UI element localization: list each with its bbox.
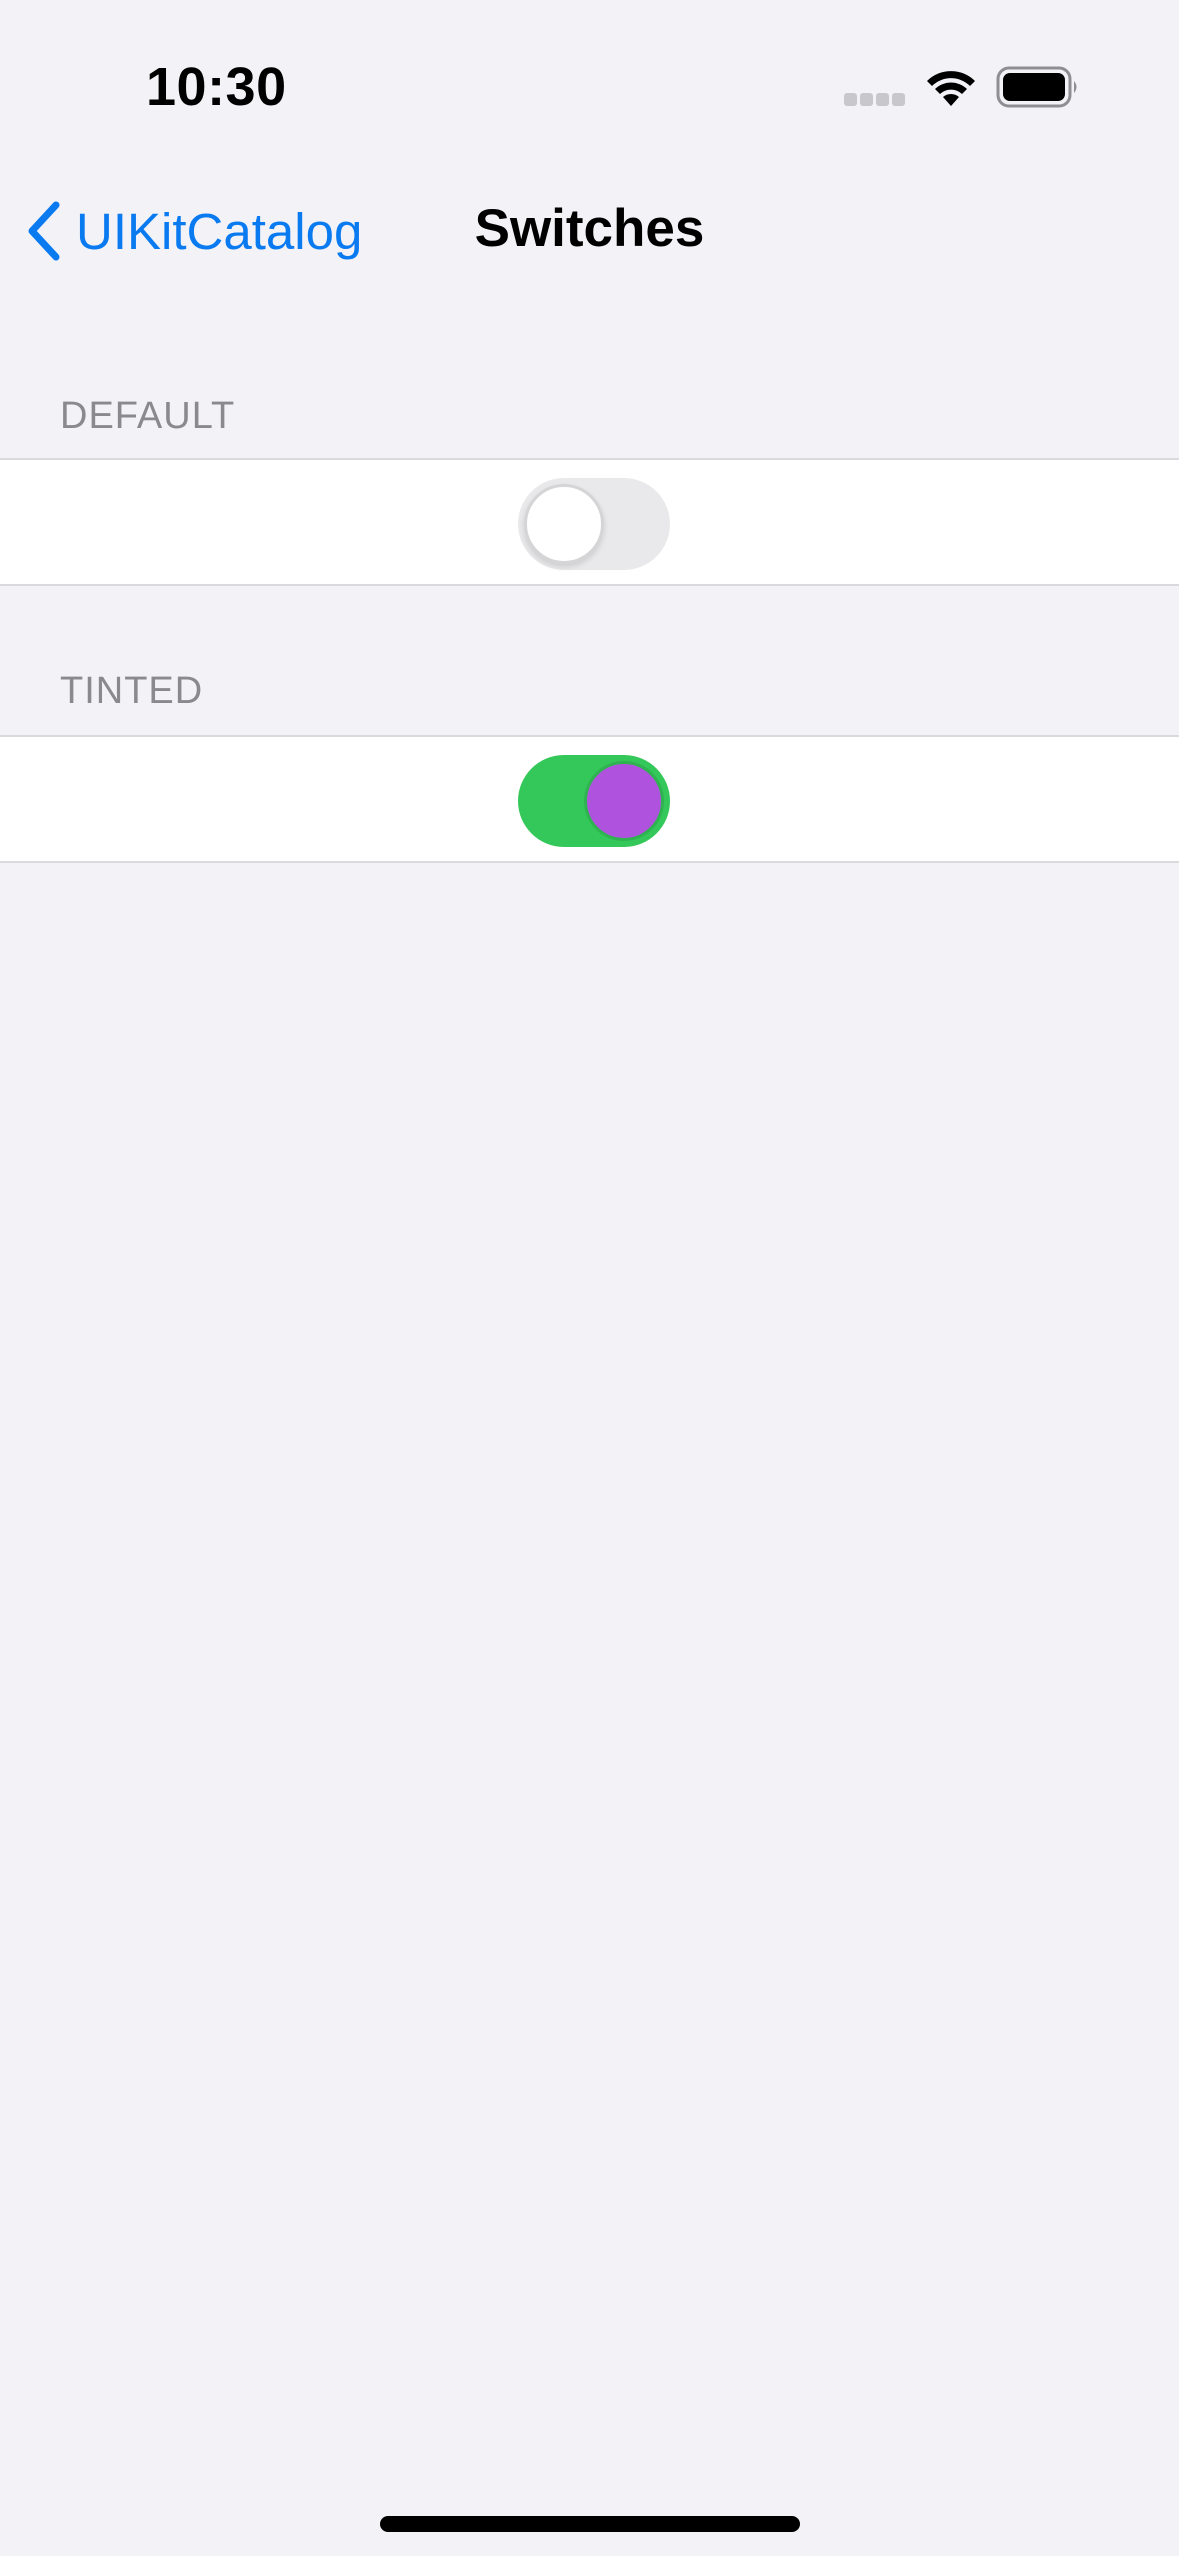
cellular-signal-icon <box>844 93 906 107</box>
wifi-icon <box>927 71 975 106</box>
tinted-switch[interactable] <box>518 755 670 847</box>
battery-icon <box>996 66 1077 108</box>
switch-knob <box>584 761 664 841</box>
navigation-bar: UIKitCatalog Switches <box>0 150 1179 305</box>
section-header-tinted: TINTED <box>60 670 204 712</box>
status-time: 10:30 <box>146 57 287 117</box>
page-title: Switches <box>474 199 705 258</box>
default-switch-cell <box>0 458 1179 586</box>
section-header-default: DEFAULT <box>60 395 236 437</box>
switch-knob <box>524 484 604 564</box>
tinted-switch-cell <box>0 735 1179 863</box>
status-bar: 10:30 <box>0 0 1179 150</box>
home-indicator <box>380 2516 800 2532</box>
default-switch[interactable] <box>518 478 670 570</box>
